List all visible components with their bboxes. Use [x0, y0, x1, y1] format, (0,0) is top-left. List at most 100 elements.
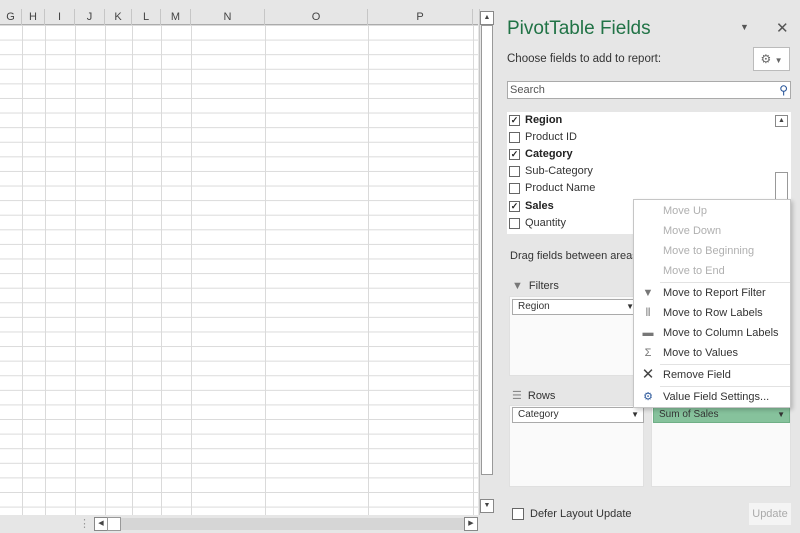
- field-label: Sub-Category: [525, 165, 593, 177]
- column-header-k[interactable]: K: [105, 9, 132, 25]
- column-header-n[interactable]: N: [191, 9, 265, 25]
- gridline: [368, 25, 369, 515]
- column-header-m[interactable]: M: [161, 9, 191, 25]
- cell-grid[interactable]: [0, 25, 478, 515]
- pane-options-dropdown-icon[interactable]: ▼: [740, 22, 749, 32]
- field-product-name[interactable]: Product Name: [509, 180, 595, 197]
- field-label: Product Name: [525, 182, 596, 194]
- gridline: [132, 25, 133, 515]
- scroll-up-button[interactable]: ▲: [480, 11, 494, 25]
- gridline: [105, 25, 106, 515]
- field-sales[interactable]: ✓ Sales: [509, 198, 554, 215]
- checkbox[interactable]: [509, 183, 520, 194]
- column-header-l[interactable]: L: [132, 9, 161, 25]
- horizontal-scroll-area: ⋮ ◀ ▶: [0, 515, 497, 533]
- update-button[interactable]: Update: [749, 503, 791, 525]
- checkbox[interactable]: [509, 132, 520, 143]
- sigma-icon: Σ: [644, 347, 652, 359]
- defer-label: Defer Layout Update: [530, 508, 632, 520]
- menu-label: Value Field Settings...: [663, 391, 770, 403]
- gridline: [75, 25, 76, 515]
- search-input[interactable]: Search ⚲: [507, 81, 791, 99]
- menu-label: Move Up: [663, 205, 708, 217]
- gridline: [45, 25, 46, 515]
- vertical-scrollbar[interactable]: ▲ ▼: [479, 9, 495, 515]
- close-icon[interactable]: ✕: [776, 19, 789, 37]
- column-headers: G H I J K L M N O P: [0, 9, 478, 25]
- column-labels-icon: ▬: [642, 327, 654, 339]
- menu-move-to-values[interactable]: Σ Move to Values: [634, 343, 790, 363]
- field-category[interactable]: ✓ Category: [509, 146, 573, 163]
- top-strip: [0, 0, 478, 9]
- pill-label: Sum of Sales: [659, 409, 719, 420]
- menu-move-down[interactable]: Move Down: [634, 221, 790, 241]
- tools-button[interactable]: ⚙ ▼: [753, 47, 790, 71]
- scroll-down-button[interactable]: ▼: [480, 499, 494, 513]
- spreadsheet-grid[interactable]: G H I J K L M N O P: [0, 0, 478, 515]
- chevron-down-icon[interactable]: ▼: [631, 408, 639, 422]
- rows-header: ☰ Rows: [512, 389, 556, 403]
- field-list-scroll-thumb[interactable]: [775, 172, 788, 200]
- menu-remove-field[interactable]: ✕ Remove Field: [634, 365, 790, 385]
- menu-label: Remove Field: [663, 369, 731, 381]
- field-label: Quantity: [525, 217, 566, 229]
- values-area[interactable]: Sum of Sales ▼: [651, 405, 791, 487]
- menu-label: Move Down: [663, 225, 722, 237]
- field-label: Product ID: [525, 131, 577, 143]
- menu-move-to-beginning[interactable]: Move to Beginning: [634, 241, 790, 261]
- filters-region-pill[interactable]: Region ▼: [512, 299, 639, 315]
- pill-label: Region: [518, 301, 550, 312]
- rows-area[interactable]: Category ▼: [509, 405, 644, 487]
- column-header-h[interactable]: H: [22, 9, 45, 25]
- horizontal-scroll-track[interactable]: [121, 518, 464, 530]
- defer-layout-update[interactable]: Defer Layout Update: [512, 508, 632, 520]
- checkbox[interactable]: [509, 166, 520, 177]
- menu-move-up[interactable]: Move Up: [634, 201, 790, 221]
- menu-move-to-row-labels[interactable]: ⦀ Move to Row Labels: [634, 303, 790, 323]
- menu-move-to-end[interactable]: Move to End: [634, 261, 790, 281]
- menu-label: Move to Report Filter: [663, 287, 766, 299]
- menu-move-to-report-filter[interactable]: ▼ Move to Report Filter: [634, 283, 790, 303]
- field-product-id[interactable]: Product ID: [509, 129, 577, 146]
- scroll-right-button[interactable]: ▶: [464, 517, 478, 531]
- rows-category-pill[interactable]: Category ▼: [512, 407, 644, 423]
- search-placeholder: Search: [510, 84, 545, 96]
- field-list-scroll-up[interactable]: ▲: [775, 115, 788, 127]
- menu-move-to-column-labels[interactable]: ▬ Move to Column Labels: [634, 323, 790, 343]
- checkbox[interactable]: [509, 218, 520, 229]
- filter-icon: ▼: [512, 280, 523, 292]
- column-header-p[interactable]: P: [368, 9, 473, 25]
- column-header-j[interactable]: J: [75, 9, 105, 25]
- gridline: [22, 25, 23, 515]
- field-label: Sales: [525, 200, 554, 212]
- chevron-down-icon: ▼: [774, 56, 783, 65]
- gridline: [265, 25, 266, 515]
- column-header-i[interactable]: I: [45, 9, 75, 25]
- horizontal-scroll-thumb[interactable]: [107, 517, 121, 531]
- defer-checkbox[interactable]: [512, 508, 524, 520]
- menu-label: Move to Column Labels: [663, 327, 779, 339]
- checkbox-checked[interactable]: ✓: [509, 201, 520, 212]
- scroll-thumb[interactable]: [481, 25, 493, 475]
- row-labels-icon: ⦀: [645, 307, 651, 319]
- chevron-down-icon[interactable]: ▼: [777, 408, 785, 422]
- field-region[interactable]: ✓ Region: [509, 112, 562, 129]
- column-header-o[interactable]: O: [265, 9, 368, 25]
- checkbox-checked[interactable]: ✓: [509, 115, 520, 126]
- rows-label: Rows: [527, 389, 556, 402]
- scroll-left-button[interactable]: ◀: [94, 517, 108, 531]
- checkbox-checked[interactable]: ✓: [509, 149, 520, 160]
- search-icon[interactable]: ⚲: [779, 82, 788, 98]
- filters-area[interactable]: Region ▼: [509, 296, 642, 376]
- menu-value-field-settings[interactable]: ⚙ Value Field Settings...: [634, 387, 790, 407]
- field-sub-category[interactable]: Sub-Category: [509, 163, 593, 180]
- rows-icon: ☰: [512, 390, 522, 402]
- gear-icon: ⚙: [760, 52, 772, 66]
- gridline: [161, 25, 162, 515]
- split-handle-icon[interactable]: ⋮: [79, 517, 90, 530]
- column-header-g[interactable]: G: [0, 9, 22, 25]
- field-quantity[interactable]: Quantity: [509, 215, 566, 232]
- menu-label: Move to Values: [663, 347, 739, 359]
- gridline: [191, 25, 192, 515]
- values-sum-of-sales-pill[interactable]: Sum of Sales ▼: [653, 407, 790, 423]
